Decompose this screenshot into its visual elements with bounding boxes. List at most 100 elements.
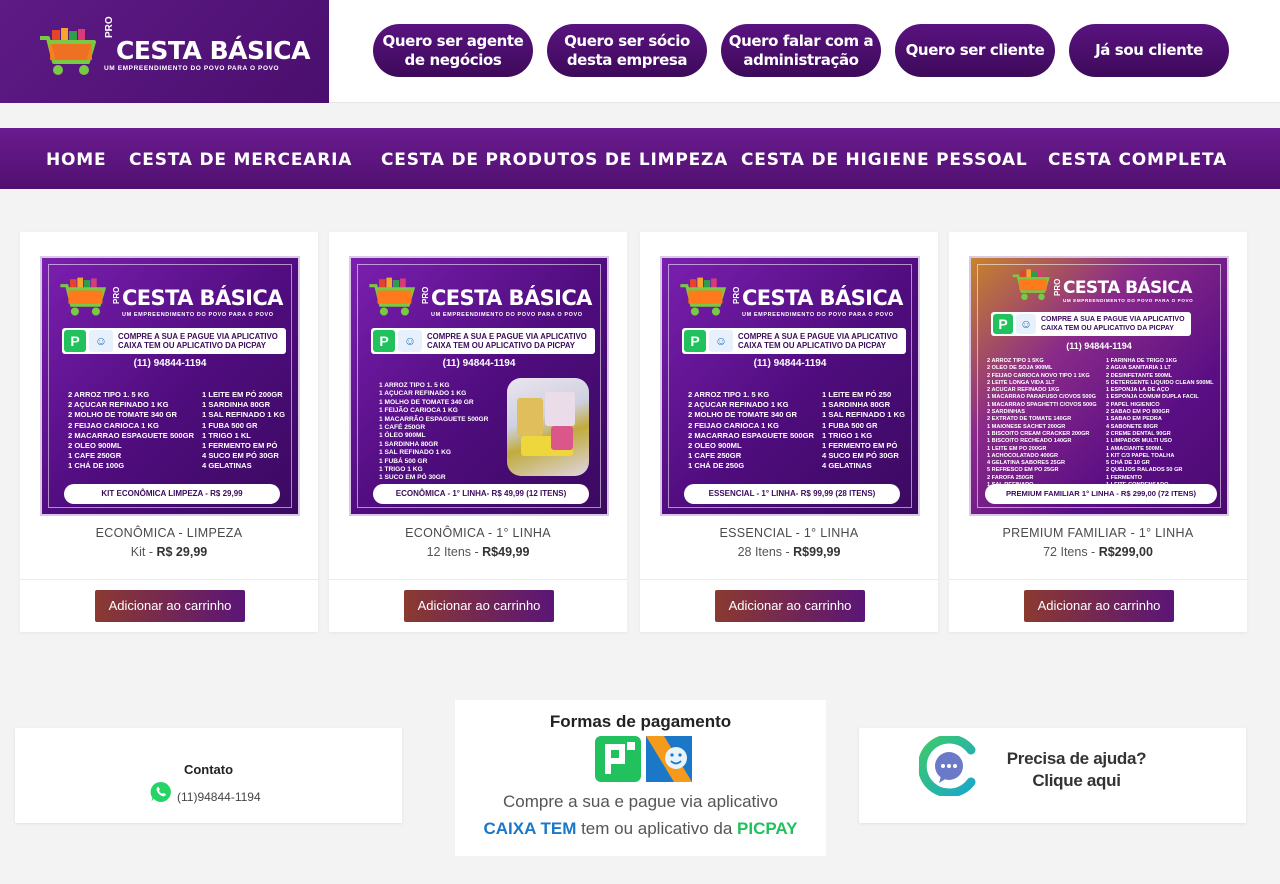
nav-higiene[interactable]: CESTA DE HIGIENE PESSOAL (741, 150, 1028, 170)
contact-title: Contato (183, 762, 234, 777)
payment-line-1: Compre a sua e pague via aplicativo (503, 792, 778, 811)
nav-completa[interactable]: CESTA COMPLETA (1048, 150, 1227, 170)
picpay-icon: P (64, 330, 86, 352)
add-to-cart-button[interactable]: Adicionar ao carrinho (404, 590, 554, 622)
image-payment-strip: P ☺ COMPRE A SUA E PAGUE VIA APLICATIVO … (682, 328, 906, 354)
image-pay-text: COMPRE A SUA E PAGUE VIA APLICATIVO CAIX… (118, 332, 278, 350)
existing-client-button[interactable]: Já sou cliente (1069, 24, 1229, 77)
payment-middle-text: tem ou aplicativo da (576, 819, 738, 838)
nav-limpeza[interactable]: CESTA DE PRODUTOS DE LIMPEZA (381, 150, 728, 170)
site-logo[interactable]: PRO CESTA BÁSICA UM EMPREENDIMENTO DO PO… (0, 0, 329, 103)
image-subtitle: UM EMPREENDIMENTO DO POVO PARA O POVO (1063, 298, 1194, 303)
payment-methods-box: Formas de pagamento Compre a sua e pague… (455, 700, 826, 856)
image-items-right: 1 LEITE EM PÓ 250 1 SARDINHA 80GR 1 SAL … (822, 390, 905, 471)
logo-title: CESTA BÁSICA (116, 36, 311, 65)
whatsapp-icon[interactable] (149, 780, 173, 804)
image-items-right: 1 FARINHA DE TRIGO 1KG 2 AGUA SANITARIA … (1106, 358, 1214, 488)
product-name: ECONÔMICA - LIMPEZA (95, 526, 243, 540)
image-payment-strip: P ☺ COMPRE A SUA E PAGUE VIA APLICATIVO … (371, 328, 595, 354)
product-image[interactable]: PRO CESTA BÁSICA UM EMPREENDIMENTO DO PO… (40, 256, 300, 516)
shopping-cart-icon (40, 28, 96, 75)
site-header: PRO CESTA BÁSICA UM EMPREENDIMENTO DO PO… (0, 0, 1280, 103)
shopping-cart-icon (60, 277, 107, 316)
image-phone: (11) 94844-1194 (753, 358, 827, 369)
product-qty: 28 Itens (737, 545, 783, 559)
image-phone: (11) 94844-1194 (133, 358, 207, 369)
caixa-tem-text: CAIXA TEM (483, 819, 577, 838)
basket-bag-image (507, 378, 589, 476)
agent-button[interactable]: Quero ser agente de negócios (373, 24, 533, 77)
picpay-text: PICPAY (737, 819, 798, 838)
picpay-icon: P (684, 330, 706, 352)
image-title: CESTA BÁSICA (1063, 278, 1192, 298)
caixa-tem-icon (646, 736, 692, 782)
image-pro-text: PRO (112, 286, 121, 304)
image-pay-text: COMPRE A SUA E PAGUE VIA APLICATIVO CAIX… (1041, 316, 1185, 332)
image-price-banner: KIT ECONÔMICA LIMPEZA - R$ 29,99 (64, 484, 280, 504)
image-pay-text: COMPRE A SUA E PAGUE VIA APLICATIVO CAIX… (738, 332, 898, 350)
image-payment-strip: P ☺ COMPRE A SUA E PAGUE VIA APLICATIVO … (62, 328, 286, 354)
product-qty: 72 Itens (1043, 545, 1088, 559)
partner-button[interactable]: Quero ser sócio desta empresa (547, 24, 707, 77)
caixa-tem-icon: ☺ (398, 330, 422, 352)
logo-subtitle: UM EMPREENDIMENTO DO POVO PARA O POVO (104, 65, 280, 72)
add-to-cart-button[interactable]: Adicionar ao carrinho (1024, 590, 1174, 622)
product-qty: Kit (130, 545, 146, 559)
image-pro-text: PRO (1053, 278, 1062, 296)
caixa-tem-icon: ☺ (709, 330, 733, 352)
image-subtitle: UM EMPREENDIMENTO DO POVO PARA O POVO (431, 312, 583, 318)
image-price-banner: ECONÔMICA - 1° LINHA- R$ 49,99 (12 ITENS… (373, 484, 589, 504)
shopping-cart-icon (369, 277, 416, 316)
product-price: R$99,99 (793, 545, 841, 559)
payment-line-2: CAIXA TEM tem ou aplicativo da PICPAY (455, 819, 826, 839)
help-text[interactable]: Precisa de ajuda? Clique aqui (999, 748, 1154, 792)
product-card: PRO CESTA BÁSICA UM EMPREENDIMENTO DO PO… (20, 232, 318, 632)
become-client-button[interactable]: Quero ser cliente (895, 24, 1055, 77)
product-price-line: 72 Itens - R$299,00 (1043, 545, 1153, 559)
product-name: ESSENCIAL - 1° LINHA (719, 526, 859, 540)
product-card: PRO CESTA BÁSICA UM EMPREENDIMENTO DO PO… (640, 232, 938, 632)
card-divider (329, 579, 627, 580)
help-line-1: Precisa de ajuda? (1006, 749, 1147, 768)
image-items-left: 2 ARROZ TIPO 1. 5 KG 2 AÇUCAR REFINADO 1… (688, 390, 815, 471)
image-items-left: 1 ARROZ TIPO 1. 5 KG 1 AÇUCAR REFINADO 1… (379, 382, 489, 482)
image-payment-strip: P ☺ COMPRE A SUA E PAGUE VIA APLICATIVO … (991, 312, 1191, 336)
product-price: R$49,99 (482, 545, 530, 559)
contact-admin-button[interactable]: Quero falar com a administração (721, 24, 881, 77)
caixa-tem-icon: ☺ (89, 330, 113, 352)
image-title: CESTA BÁSICA (431, 286, 592, 310)
shopping-cart-icon (680, 277, 727, 316)
logo-pro-text: PRO (104, 16, 115, 38)
product-name: PREMIUM FAMILIAR - 1° LINHA (1002, 526, 1194, 540)
product-image[interactable]: PRO CESTA BÁSICA UM EMPREENDIMENTO DO PO… (969, 256, 1229, 516)
shopping-cart-icon (1012, 269, 1050, 301)
card-divider (949, 579, 1247, 580)
product-image[interactable]: PRO CESTA BÁSICA UM EMPREENDIMENTO DO PO… (660, 256, 920, 516)
image-phone: (11) 94844-1194 (1066, 341, 1132, 351)
product-price-line: 12 Itens - R$49,99 (426, 545, 530, 559)
help-box[interactable]: Precisa de ajuda? Clique aqui (859, 728, 1246, 823)
nav-home[interactable]: HOME (46, 150, 106, 170)
image-pro-text: PRO (421, 286, 430, 304)
add-to-cart-button[interactable]: Adicionar ao carrinho (95, 590, 245, 622)
product-price-line: 28 Itens - R$99,99 (737, 545, 841, 559)
product-image[interactable]: PRO CESTA BÁSICA UM EMPREENDIMENTO DO PO… (349, 256, 609, 516)
card-divider (20, 579, 318, 580)
contact-phone[interactable]: (11)94844-1194 (177, 790, 261, 804)
product-price: R$ 29,99 (156, 545, 208, 559)
picpay-icon: P (993, 314, 1013, 334)
image-pro-text: PRO (732, 286, 741, 304)
help-line-2: Clique aqui (1032, 771, 1121, 790)
image-items-right: 1 LEITE EM PÓ 200GR 1 SARDINHA 80GR 1 SA… (202, 390, 285, 471)
image-price-banner: PREMIUM FAMILIAR 1° LINHA - R$ 299,00 (7… (985, 484, 1217, 504)
nav-mercearia[interactable]: CESTA DE MERCEARIA (129, 150, 352, 170)
add-to-cart-button[interactable]: Adicionar ao carrinho (715, 590, 865, 622)
image-items-left: 2 ARROZ TIPO 1. 5 KG 2 AÇUCAR REFINADO 1… (68, 390, 195, 471)
chat-help-icon[interactable] (919, 736, 979, 796)
product-card: PRO CESTA BÁSICA UM EMPREENDIMENTO DO PO… (949, 232, 1247, 632)
product-name: ECONÔMICA - 1° LINHA (405, 526, 551, 540)
card-divider (640, 579, 938, 580)
product-qty: 12 Itens (426, 545, 472, 559)
image-pay-text: COMPRE A SUA E PAGUE VIA APLICATIVO CAIX… (427, 332, 587, 350)
caixa-tem-icon: ☺ (1016, 314, 1036, 334)
